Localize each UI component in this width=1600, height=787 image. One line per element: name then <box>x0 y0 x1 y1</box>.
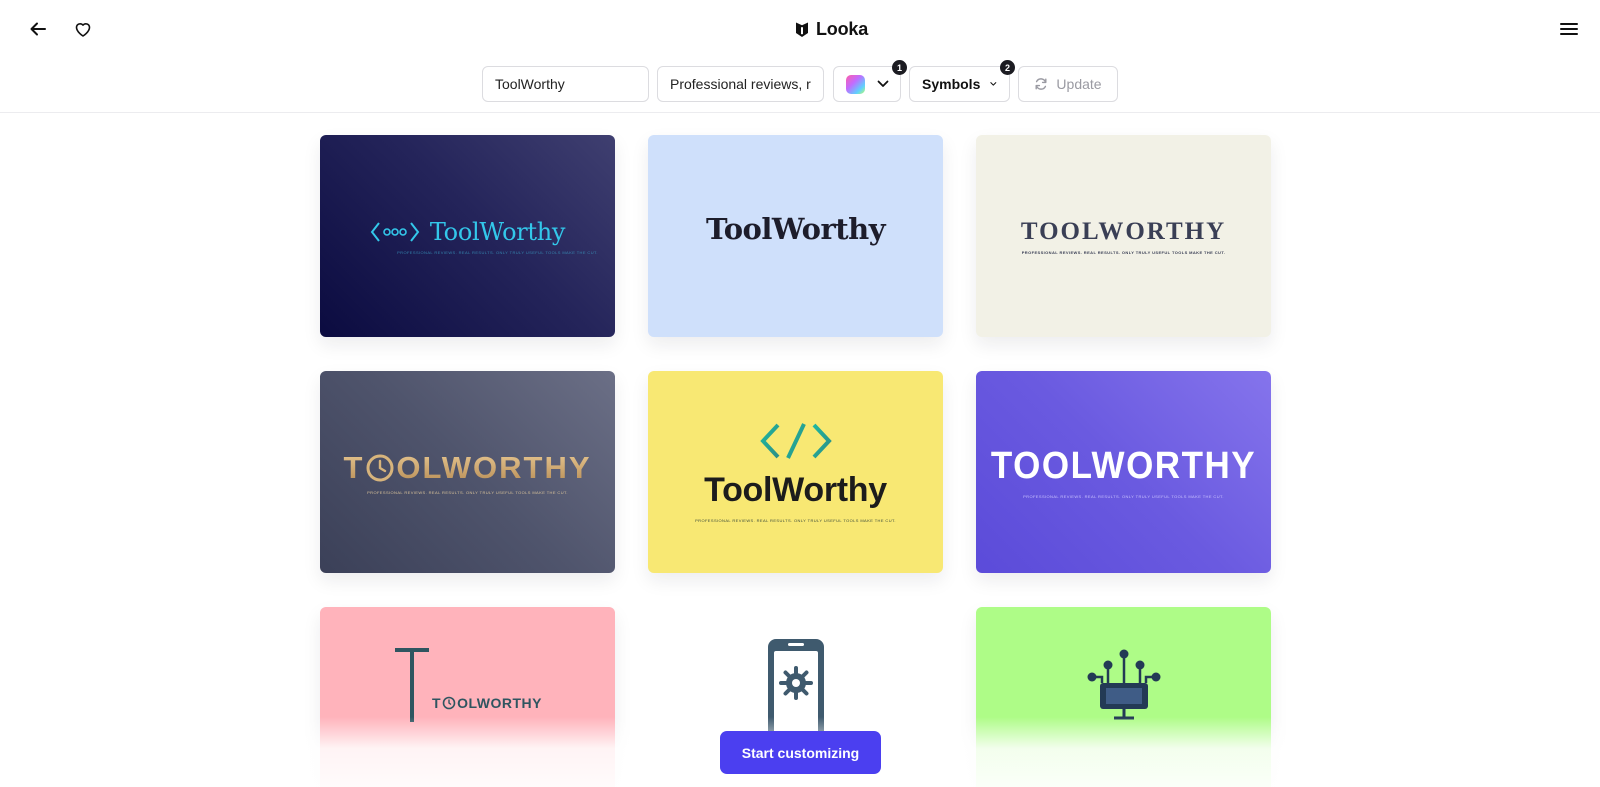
monitor-network-icon <box>1087 649 1160 720</box>
heart-icon <box>75 23 91 37</box>
update-button[interactable]: Update <box>1018 66 1118 102</box>
hamburger-menu-icon <box>1560 23 1578 35</box>
symbols-count-badge: 2 <box>1000 60 1015 75</box>
symbols-dropdown[interactable]: Symbols <box>909 66 1010 102</box>
chevron-down-icon <box>877 80 888 87</box>
symbols-label: Symbols <box>922 76 981 92</box>
logo-wordmark: TOOLWORTHY <box>1020 217 1227 245</box>
logo-wordmark-suffix: OLWORTHY <box>396 449 592 485</box>
logo-wordmark: ToolWorthy <box>705 212 886 246</box>
logo-wordmark: ToolWorthy <box>429 217 566 246</box>
color-swatch-icon <box>845 74 865 94</box>
logo-card[interactable]: ToolWorthy Professional reviews. Real re… <box>648 371 943 573</box>
arrow-left-icon <box>30 22 46 36</box>
tall-t-letter-icon <box>395 648 429 722</box>
logo-tagline: Professional reviews. Real results. Only… <box>397 249 598 255</box>
color-filter-dropdown[interactable] <box>833 66 901 102</box>
logo-card[interactable]: ToolWorthy <box>648 135 943 337</box>
logo-card[interactable] <box>976 607 1271 787</box>
logo-wordmark-suffix: OLWORTHY <box>457 695 542 711</box>
brand-name: Looka <box>816 18 869 39</box>
color-filter-count-badge: 1 <box>892 60 907 75</box>
filter-toolbar: 1 Symbols 2 Update <box>0 60 1600 104</box>
description-input[interactable] <box>670 76 811 92</box>
logo-tagline: Professional reviews. Real results. Only… <box>1023 493 1224 499</box>
logo-card[interactable]: TOOLWORTHY Professional reviews. Real re… <box>976 135 1271 337</box>
chevron-down-icon <box>990 82 997 86</box>
company-name-input[interactable] <box>495 76 636 92</box>
gear-circle-icon <box>442 696 456 710</box>
refresh-icon <box>1035 78 1047 90</box>
back-button[interactable] <box>20 11 56 47</box>
clock-icon <box>366 454 394 481</box>
favorite-button[interactable] <box>65 11 101 47</box>
header-divider <box>0 112 1600 113</box>
logo-wordmark: ToolWorthy <box>704 471 887 509</box>
logo-card[interactable]: T OLWORTHY Professional reviews. Real re… <box>320 371 615 573</box>
description-field[interactable] <box>657 66 824 102</box>
start-customizing-button[interactable]: Start customizing <box>720 731 881 774</box>
update-label: Update <box>1056 76 1102 92</box>
logo-tagline: Professional reviews. Real results. Only… <box>1021 249 1226 255</box>
brand-logo[interactable]: Looka <box>794 16 868 42</box>
logo-wordmark-prefix: T <box>432 695 442 711</box>
logo-card[interactable]: ToolWorthy Professional reviews. Real re… <box>320 135 615 337</box>
looka-logo-icon <box>796 22 808 37</box>
company-name-field[interactable] <box>482 66 649 102</box>
code-dots-icon <box>370 221 420 242</box>
logo-tagline: Professional reviews. Real results. Only… <box>367 489 568 495</box>
logo-wordmark-prefix: T <box>343 449 365 485</box>
logo-tagline: Professional reviews. Real results. Only… <box>695 518 896 523</box>
logo-card[interactable]: TOOLWORTHY Professional reviews. Real re… <box>976 371 1271 573</box>
top-bar: Looka <box>0 0 1600 58</box>
logo-card[interactable]: T OLWORTHY <box>320 607 615 787</box>
code-brackets-icon <box>759 423 832 459</box>
logo-wordmark: TOOLWORTHY <box>990 443 1257 487</box>
menu-button[interactable] <box>1551 11 1587 47</box>
